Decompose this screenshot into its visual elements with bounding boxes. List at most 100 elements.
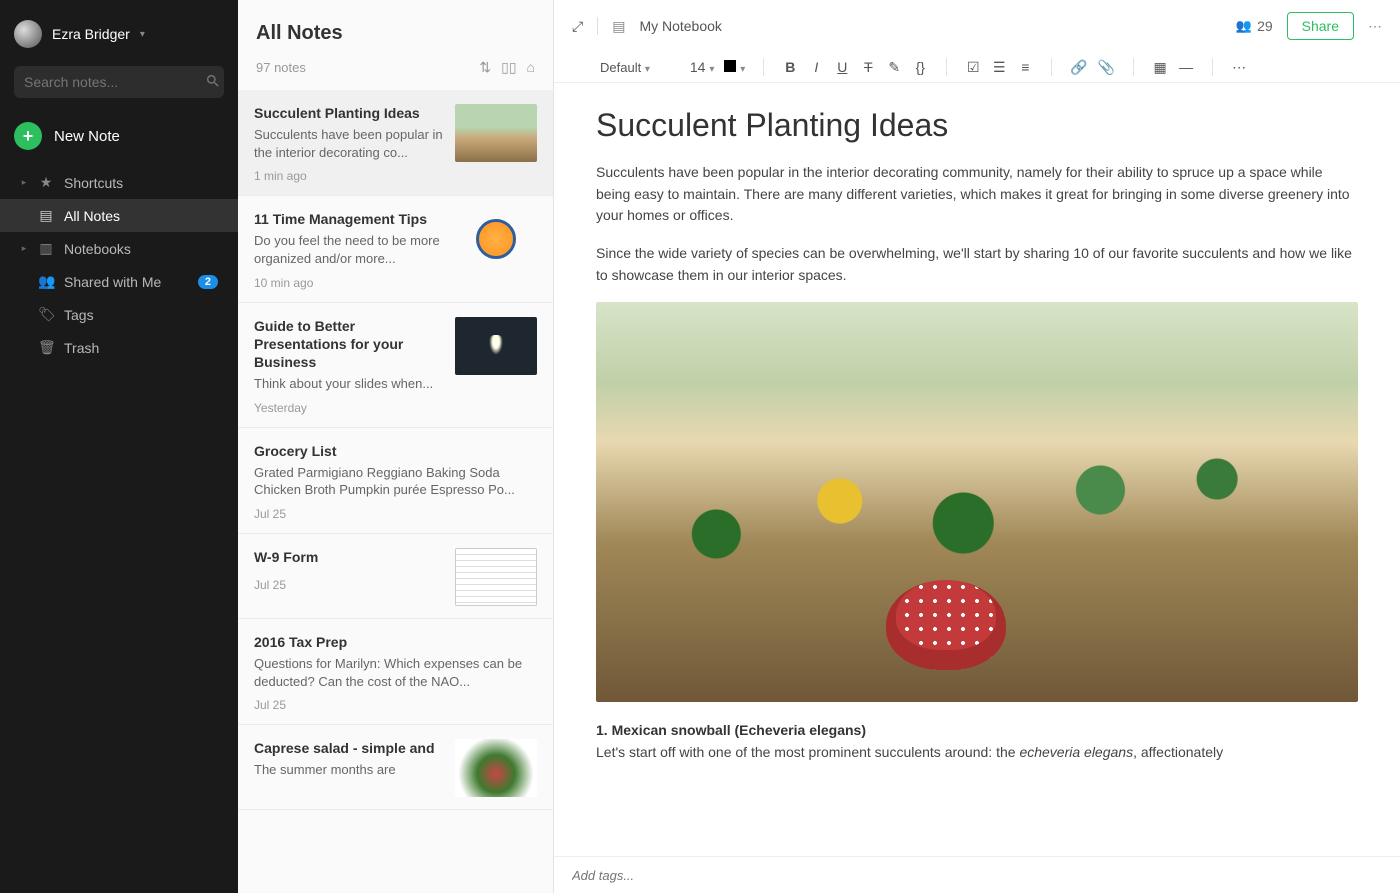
search-input[interactable] — [24, 74, 205, 90]
note-title: Succulent Planting Ideas — [254, 104, 445, 122]
note-title: 2016 Tax Prep — [254, 633, 537, 651]
search-wrap[interactable] — [14, 66, 224, 98]
user-name: Ezra Bridger — [52, 26, 130, 42]
star-icon: ★ — [38, 174, 54, 191]
bold-button[interactable]: B — [782, 59, 798, 75]
note-thumbnail — [455, 739, 537, 797]
sidebar-item-tags[interactable]: 🏷 Tags — [0, 298, 238, 331]
separator — [1051, 58, 1052, 76]
note-time: Jul 25 — [254, 698, 537, 712]
paragraph[interactable]: Let's start off with one of the most pro… — [596, 742, 1358, 764]
sidebar-item-trash[interactable]: 🗑 Trash — [0, 331, 238, 364]
sidebar-item-shortcuts[interactable]: ▸ ★ Shortcuts — [0, 166, 238, 199]
more-format-button[interactable]: ⋯ — [1231, 59, 1247, 76]
note-title: 11 Time Management Tips — [254, 210, 445, 228]
share-count[interactable]: 👥 29 — [1236, 18, 1273, 34]
note-card[interactable]: W-9 Form Jul 25 — [238, 534, 553, 619]
sidebar-item-label: Tags — [64, 307, 94, 323]
table-button[interactable]: ▦ — [1152, 59, 1168, 76]
note-thumbnail — [455, 317, 537, 375]
color-swatch — [724, 60, 736, 72]
tag-input[interactable] — [572, 868, 1382, 883]
note-card[interactable]: Guide to Better Presentations for your B… — [238, 303, 553, 428]
format-toolbar: Default ▾ 14 ▾ ▾ B I U T ✎ {} ☑ ☰ ≡ 🔗 — [554, 52, 1400, 83]
font-select[interactable]: Default ▾ — [600, 60, 680, 75]
plus-icon: + — [14, 122, 42, 150]
chevron-down-icon: ▾ — [140, 29, 145, 40]
sort-icon[interactable]: ⇅ — [479, 59, 491, 76]
note-card[interactable]: 2016 Tax Prep Questions for Marilyn: Whi… — [238, 619, 553, 725]
notebook-selector[interactable]: My Notebook — [639, 18, 721, 34]
new-note-button[interactable]: + New Note — [0, 114, 238, 166]
note-card[interactable]: 11 Time Management Tips Do you feel the … — [238, 196, 553, 302]
note-image[interactable] — [596, 302, 1358, 702]
note-title-editor[interactable]: Succulent Planting Ideas — [596, 107, 1358, 144]
italic-button[interactable]: I — [808, 59, 824, 75]
sidebar-item-all-notes[interactable]: ▤ All Notes — [0, 199, 238, 232]
people-icon: 👥 — [1236, 18, 1252, 34]
caret-icon: ▸ — [20, 177, 28, 188]
subheading[interactable]: 1. Mexican snowball (Echeveria elegans) — [596, 722, 1358, 738]
divider — [597, 17, 598, 35]
note-list: All Notes 97 notes ⇅ ▯▯ ⌂ Succulent Plan… — [238, 0, 554, 893]
link-button[interactable]: 🔗 — [1070, 59, 1087, 76]
bullet-list-button[interactable]: ☰ — [991, 59, 1007, 76]
note-title: Guide to Better Presentations for your B… — [254, 317, 445, 372]
share-count-value: 29 — [1257, 18, 1273, 34]
separator — [1133, 58, 1134, 76]
expand-icon[interactable]: ⤢ — [572, 18, 583, 35]
note-card[interactable]: Succulent Planting Ideas Succulents have… — [238, 90, 553, 196]
separator — [763, 58, 764, 76]
filter-icon[interactable]: ⌂ — [527, 59, 535, 76]
nav: ▸ ★ Shortcuts ▤ All Notes ▸ ▥ Notebooks … — [0, 166, 238, 364]
people-icon: 👥 — [38, 273, 54, 290]
underline-button[interactable]: U — [834, 59, 850, 75]
editor-body[interactable]: Succulent Planting Ideas Succulents have… — [554, 83, 1400, 856]
note-thumbnail — [455, 104, 537, 162]
font-size-select[interactable]: 14 ▾ — [690, 59, 715, 75]
trash-icon: 🗑 — [38, 339, 54, 356]
new-note-label: New Note — [54, 128, 120, 145]
separator — [946, 58, 947, 76]
user-menu[interactable]: Ezra Bridger ▾ — [0, 12, 238, 56]
notebook-icon: ▥ — [38, 240, 54, 257]
sidebar-item-shared[interactable]: 👥 Shared with Me 2 — [0, 265, 238, 298]
note-snippet: Questions for Marilyn: Which expenses ca… — [254, 655, 537, 690]
search-icon — [205, 73, 221, 92]
note-card[interactable]: Caprese salad - simple and The summer mo… — [238, 725, 553, 810]
more-icon[interactable]: ⋯ — [1368, 18, 1382, 35]
view-toggle-icon[interactable]: ▯▯ — [501, 59, 516, 76]
notebook-icon: ▤ — [612, 18, 625, 35]
strikethrough-button[interactable]: T — [860, 59, 876, 75]
note-count: 97 notes — [256, 60, 306, 75]
note-time: 1 min ago — [254, 169, 445, 183]
checklist-button[interactable]: ☑ — [965, 59, 981, 76]
chevron-down-icon: ▾ — [645, 64, 650, 75]
sidebar-item-notebooks[interactable]: ▸ ▥ Notebooks — [0, 232, 238, 265]
paragraph[interactable]: Since the wide variety of species can be… — [596, 243, 1358, 286]
note-snippet: Think about your slides when... — [254, 375, 445, 393]
sidebar: Ezra Bridger ▾ + New Note ▸ ★ Shortcuts … — [0, 0, 238, 893]
note-title: Caprese salad - simple and — [254, 739, 445, 757]
note-snippet: Do you feel the need to be more organize… — [254, 232, 445, 267]
note-title: W-9 Form — [254, 548, 445, 566]
hr-button[interactable]: — — [1178, 59, 1194, 75]
font-color[interactable]: ▾ — [724, 59, 745, 75]
note-time: Yesterday — [254, 401, 445, 415]
note-card[interactable]: Grocery List Grated Parmigiano Reggiano … — [238, 428, 553, 534]
sidebar-item-label: All Notes — [64, 208, 120, 224]
avatar — [14, 20, 42, 48]
share-button[interactable]: Share — [1287, 12, 1354, 40]
attachment-button[interactable]: 📎 — [1098, 59, 1115, 76]
code-button[interactable]: {} — [912, 59, 928, 75]
highlight-button[interactable]: ✎ — [886, 59, 902, 76]
tag-icon: 🏷 — [38, 306, 54, 323]
note-time: 10 min ago — [254, 276, 445, 290]
note-list-title: All Notes — [256, 22, 535, 45]
badge: 2 — [198, 275, 218, 289]
paragraph[interactable]: Succulents have been popular in the inte… — [596, 162, 1358, 227]
numbered-list-button[interactable]: ≡ — [1017, 59, 1033, 75]
chevron-down-icon: ▾ — [709, 64, 714, 75]
tag-bar — [554, 856, 1400, 893]
sidebar-item-label: Notebooks — [64, 241, 131, 257]
